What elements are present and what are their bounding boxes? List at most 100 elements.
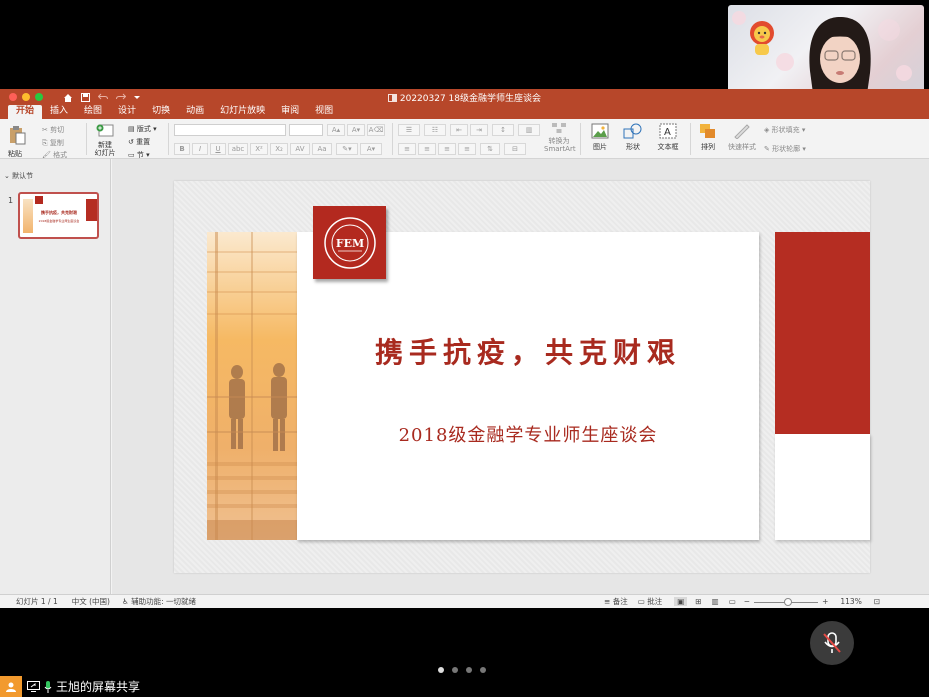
align-text-button[interactable]: ⊟ [504,143,526,155]
comments-button[interactable]: ▭ 批注 [638,596,662,607]
tab-draw[interactable]: 绘图 [76,105,110,119]
tab-slideshow[interactable]: 幻灯片放映 [212,105,273,119]
fem-seal-icon: FEM [323,216,376,269]
cut-button[interactable]: ✂ 剪切 [42,125,64,135]
page-dot[interactable] [466,667,472,673]
highlight-button[interactable]: ✎▾ [336,143,358,155]
layout-label: 版式 [136,125,151,133]
comments-icon: ▭ [637,597,645,606]
shape-button[interactable]: 形状 [620,123,646,152]
fem-logo[interactable]: FEM [313,206,386,279]
zoom-in-button[interactable]: + [822,597,828,606]
tab-design[interactable]: 设计 [110,105,144,119]
paste-button[interactable]: 粘贴 [8,125,26,159]
zoom-slider-thumb[interactable] [784,597,793,606]
tab-animations[interactable]: 动画 [178,105,212,119]
font-color-button[interactable]: A▾ [360,143,382,155]
subscript-button[interactable]: X₂ [270,143,288,155]
reading-view-icon: ▥ [711,597,719,606]
tab-home[interactable]: 开始 [8,105,43,119]
align-left-button[interactable]: ≡ [398,143,416,155]
accessibility-label: 辅助功能: 一切就绪 [131,597,197,606]
font-family-input[interactable] [174,124,286,136]
justify-button[interactable]: ≡ [458,143,476,155]
paste-icon [10,126,26,145]
increase-indent-button[interactable]: ⇥ [470,124,488,136]
copy-button[interactable]: ⎘ 复制 [42,138,64,148]
page-dot[interactable] [480,667,486,673]
screen-share-indicator[interactable]: 王旭的屏幕共享 [0,676,140,697]
tab-transitions[interactable]: 切换 [144,105,178,119]
zoom-slider[interactable] [754,597,819,606]
zoom-level[interactable]: 113% [840,597,861,606]
layout-button[interactable]: ▤ 版式 ▾ [128,124,157,134]
align-center-button[interactable]: ≡ [418,143,436,155]
unmute-button[interactable] [810,621,854,665]
page-dot[interactable] [438,667,444,673]
slide-photo[interactable] [207,232,297,540]
italic-button[interactable]: I [192,143,208,155]
textbox-label: 文本框 [657,143,679,151]
thumbnail-title: 携手抗疫，共克财艰 [41,210,77,215]
chevron-down-icon: ⌄ [4,172,10,180]
notes-label: 备注 [612,597,628,606]
language-indicator[interactable]: 中文 (中国) [72,596,110,607]
shape-fill-button[interactable]: ◈ 形状填充 ▾ [764,125,805,135]
section-header-label: 默认节 [12,172,34,180]
slide-subtitle[interactable]: 2018级金融学专业师生座谈会 [297,421,759,447]
slide-canvas[interactable]: FEM 携手抗疫，共克财艰 2018级金融学专业师生座谈会 [174,181,870,573]
change-case-button[interactable]: Aa [312,143,332,155]
font-size-input[interactable] [289,124,323,136]
reading-view-button[interactable]: ▥ [712,597,719,606]
quick-styles-icon [734,124,750,140]
arrange-label: 排列 [701,143,715,151]
clear-formatting-button[interactable]: A⌫ [367,124,385,136]
slide-thumbnail[interactable]: 携手抗疫，共克财艰 2018级金融学专业师生座谈会 [18,192,99,239]
strikethrough-button[interactable]: abc [228,143,248,155]
paste-label: 粘贴 [8,150,22,158]
normal-view-button[interactable]: ▣ [674,597,688,606]
slide-sorter-button[interactable]: ⊞ [695,597,701,606]
slide-title[interactable]: 携手抗疫，共克财艰 [297,331,759,371]
underline-button[interactable]: U [210,143,226,155]
page-dot[interactable] [452,667,458,673]
columns-button[interactable]: ▥ [518,124,540,136]
align-right-button[interactable]: ≡ [438,143,456,155]
decrease-indent-button[interactable]: ⇤ [450,124,468,136]
character-spacing-button[interactable]: AV [290,143,310,155]
picture-button[interactable]: 图片 [588,123,612,152]
zoom-out-button[interactable]: − [744,597,750,606]
section-header[interactable]: ⌄ 默认节 [4,171,33,181]
document-title-text: 20220327 18级金融学师生座谈会 [399,94,541,104]
microphone-muted-icon [823,632,841,653]
tab-review[interactable]: 审阅 [273,105,307,119]
lion-mascot-icon [750,21,774,55]
new-slide-label: 新建 幻灯片 [94,141,116,157]
shape-outline-button[interactable]: ✎ 形状轮廓 ▾ [764,144,806,154]
bullets-button[interactable]: ☰ [398,124,420,136]
new-slide-button[interactable]: 新建 幻灯片 [92,124,118,157]
notes-button[interactable]: ≡ 备注 [604,596,628,607]
slideshow-button[interactable]: ▭ [729,597,736,606]
tab-insert[interactable]: 插入 [42,105,76,119]
fit-slide-button[interactable]: ⊡ [874,597,880,606]
quick-styles-button[interactable]: 快速样式 [726,123,758,152]
ribbon-separator [690,123,691,155]
tab-view[interactable]: 视图 [307,105,341,119]
textbox-button[interactable]: A 文本框 [654,123,682,152]
thumbnail-slide-number: 1 [8,196,14,205]
decrease-font-button[interactable]: A▾ [347,124,365,136]
arrange-button[interactable]: 排列 [696,123,720,152]
format-painter-label: 格式 [53,151,68,159]
convert-smartart-button[interactable]: 转换为 SmartArt [544,122,576,153]
superscript-button[interactable]: X² [250,143,268,155]
slide-white-panel [775,434,870,540]
increase-font-button[interactable]: A▴ [327,124,345,136]
accessibility-status[interactable]: ♿ 辅助功能: 一切就绪 [122,596,196,607]
text-direction-button[interactable]: ⇅ [480,143,500,155]
line-spacing-button[interactable]: ↕ [492,124,514,136]
numbering-button[interactable]: ☷ [424,124,446,136]
bold-button[interactable]: B [174,143,190,155]
ribbon-separator [392,123,393,155]
reset-button[interactable]: ↺ 重置 [128,137,150,147]
